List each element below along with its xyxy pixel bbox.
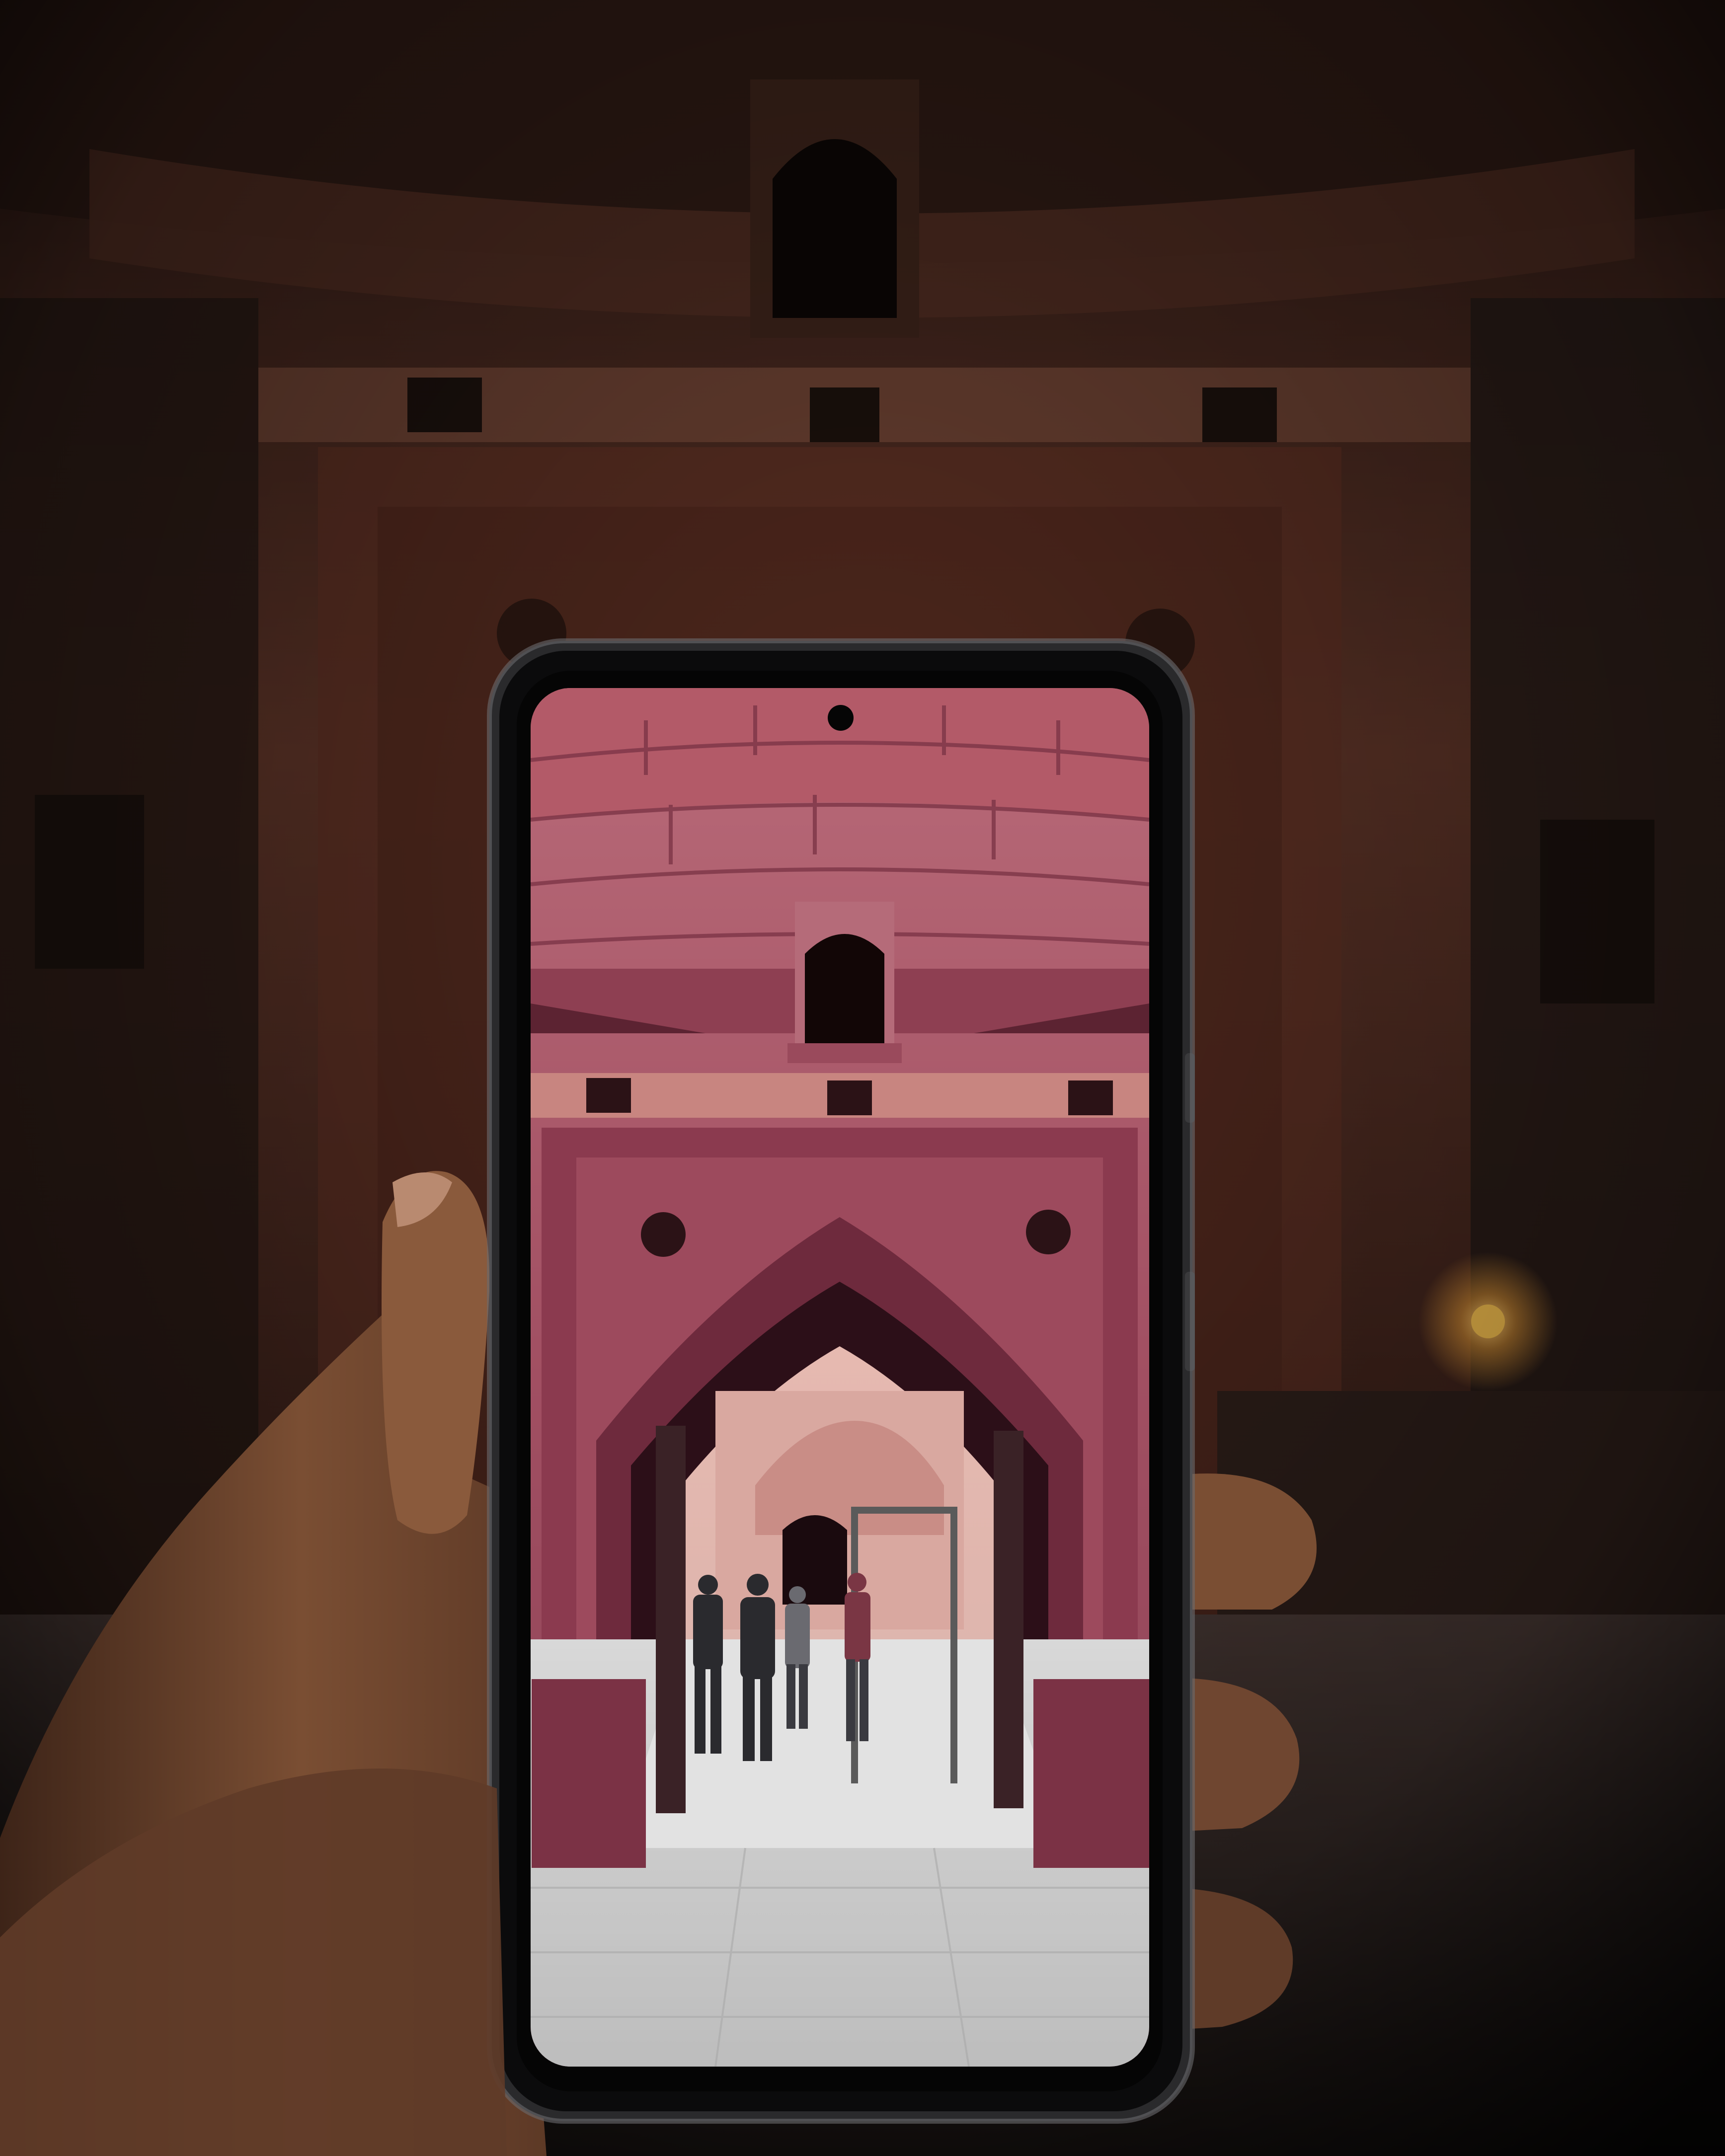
screen-arched-window bbox=[787, 902, 902, 1063]
front-camera-hole bbox=[828, 705, 854, 731]
smartphone bbox=[487, 638, 1195, 2124]
phone-screen-photo bbox=[531, 688, 1149, 2067]
photo-scene bbox=[0, 0, 1725, 2156]
